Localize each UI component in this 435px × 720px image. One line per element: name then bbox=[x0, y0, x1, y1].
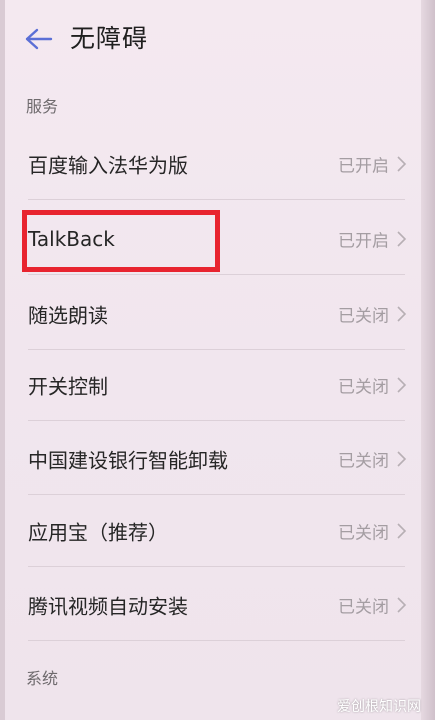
setting-row-tencent-video-install[interactable]: 腾讯视频自动安装 已关闭 bbox=[0, 569, 421, 641]
setting-row-status: 已关闭 bbox=[338, 377, 389, 398]
app-header: 无障碍 bbox=[0, 0, 421, 82]
chevron-right-icon bbox=[395, 522, 407, 540]
setting-row-status: 已关闭 bbox=[338, 523, 389, 544]
back-arrow-icon bbox=[25, 28, 53, 50]
row-divider bbox=[28, 566, 405, 567]
chevron-right-icon bbox=[395, 230, 407, 248]
setting-row-baidu-ime[interactable]: 百度输入法华为版 已开启 bbox=[0, 128, 421, 200]
section-header-system: 系统 bbox=[26, 669, 59, 688]
setting-row-label: 腾讯视频自动安装 bbox=[28, 594, 188, 619]
setting-row-yingyongbao[interactable]: 应用宝（推荐） 已关闭 bbox=[0, 495, 421, 567]
page-title: 无障碍 bbox=[70, 24, 149, 53]
setting-row-label: 开关控制 bbox=[28, 374, 108, 399]
row-divider bbox=[28, 420, 405, 421]
setting-row-status: 已关闭 bbox=[338, 306, 389, 327]
row-divider bbox=[28, 274, 405, 275]
chevron-right-icon bbox=[395, 376, 407, 394]
setting-row-label: 中国建设银行智能卸载 bbox=[28, 448, 228, 473]
section-header-services: 服务 bbox=[26, 97, 59, 116]
setting-row-ccb-uninstall[interactable]: 中国建设银行智能卸载 已关闭 bbox=[0, 423, 421, 495]
chevron-right-icon bbox=[395, 305, 407, 323]
setting-row-label: 应用宝（推荐） bbox=[28, 520, 168, 545]
setting-row-label: 随选朗读 bbox=[28, 303, 108, 328]
screen-edge-right bbox=[421, 0, 435, 720]
accessibility-screen: 无障碍 服务 百度输入法华为版 已开启 TalkBack 已开启 随选朗读 已关… bbox=[0, 0, 435, 720]
setting-row-label: 百度输入法华为版 bbox=[28, 153, 188, 178]
chevron-right-icon bbox=[395, 450, 407, 468]
setting-row-status: 已开启 bbox=[338, 231, 389, 252]
watermark-text: 爱创根知识网 bbox=[337, 699, 421, 715]
row-divider bbox=[28, 199, 405, 200]
setting-row-switch-access[interactable]: 开关控制 已关闭 bbox=[0, 349, 421, 421]
back-button[interactable] bbox=[22, 22, 56, 56]
setting-row-select-to-speak[interactable]: 随选朗读 已关闭 bbox=[0, 278, 421, 350]
setting-row-status: 已关闭 bbox=[338, 597, 389, 618]
row-divider bbox=[28, 640, 405, 641]
chevron-right-icon bbox=[395, 596, 407, 614]
chevron-right-icon bbox=[395, 155, 407, 173]
setting-row-status: 已开启 bbox=[338, 156, 389, 177]
setting-row-status: 已关闭 bbox=[338, 451, 389, 472]
talkback-highlight-box bbox=[22, 210, 220, 272]
